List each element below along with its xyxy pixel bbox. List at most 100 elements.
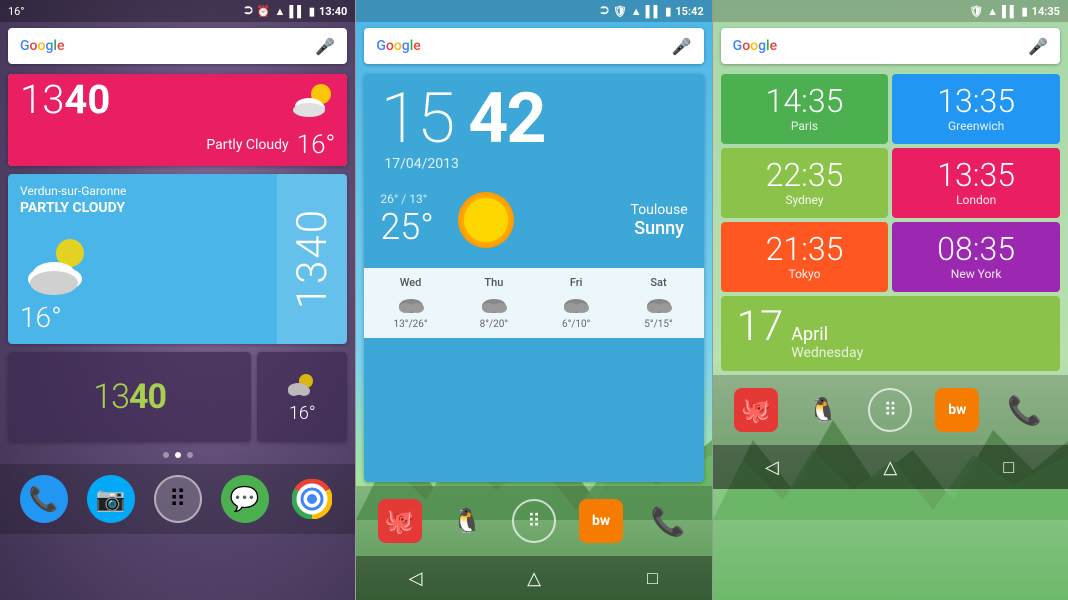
status-time-1: 13:40 <box>319 5 347 18</box>
mic-icon-1[interactable]: 🎤 <box>315 37 335 56</box>
status-bar-2: ⮊ 🛡 ▲ ▌▌ ▮ 15:42 <box>356 0 711 22</box>
wsc-hour: 13 <box>93 377 129 417</box>
status-bar-3: 🛡 ▲ ▌▌ ▮ 14:35 <box>713 0 1068 22</box>
dock-2: 🐙 🐧 ⠿ bw 📞 <box>356 486 711 556</box>
wsc-time: 1340 <box>93 377 166 417</box>
wcw-top: 1340 <box>8 74 347 126</box>
status-temp: 16° <box>8 5 24 18</box>
mic-icon-2[interactable]: 🎤 <box>672 37 692 56</box>
phone-icon-3[interactable]: 📞 <box>1002 388 1046 432</box>
hangouts-icon[interactable]: 💬 <box>221 475 269 523</box>
s2-battery-icon: ▮ <box>665 5 671 18</box>
screen2-content: 15 42 17/04/2013 26° / 13° 25° <box>356 70 711 600</box>
s2-bluetooth-icon: ⮊ <box>600 4 608 18</box>
google-logo-3: Google <box>733 38 1028 54</box>
nav-bar-2: ◁ △ □ <box>356 556 711 600</box>
date-month: April <box>791 324 863 345</box>
greenwich-time: 13:35 <box>937 85 1015 117</box>
wlw-condition: PARTLY CLOUDY <box>20 200 265 216</box>
google-search-bar-1[interactable]: Google 🎤 <box>8 28 347 64</box>
s2-status-time: 15:42 <box>675 5 703 18</box>
forecast-icon-wed <box>395 292 427 316</box>
octopus-app-icon[interactable]: 🐙 <box>378 499 422 543</box>
wlw-city: Verdun-sur-Garonne <box>20 184 265 198</box>
penguin-app-icon-3[interactable]: 🐧 <box>801 388 845 432</box>
forecast-icon-sat <box>643 292 675 316</box>
apps-grid-icon-3[interactable]: ⠿ <box>868 388 912 432</box>
large-weather-widget: Verdun-sur-Garonne PARTLY CLOUDY 16° <box>8 174 347 344</box>
penguin-app-icon[interactable]: 🐧 <box>445 499 489 543</box>
apps-icon[interactable]: ⠿ <box>154 475 202 523</box>
clock-newyork: 08:35 New York <box>892 222 1060 292</box>
wfw-top: 15 42 17/04/2013 <box>364 74 703 172</box>
wcw-time: 1340 <box>20 80 110 120</box>
home-btn-3[interactable]: △ <box>870 451 910 483</box>
small-weather: 16° <box>257 352 347 442</box>
bw-app-icon[interactable]: bw <box>579 499 623 543</box>
london-time: 13:35 <box>937 159 1015 191</box>
wlw-temp: 16° <box>20 301 265 334</box>
nav-bar-3: ◁ △ □ <box>713 445 1068 489</box>
back-btn-2[interactable]: ◁ <box>396 562 436 594</box>
s3-battery-icon: ▮ <box>1022 5 1028 18</box>
recents-btn-3[interactable]: □ <box>989 451 1029 483</box>
status-bar-1: 16° ⮊ ⏰ ▲ ▌▌ ▮ 13:40 <box>0 0 355 22</box>
wfw-city-area: Toulouse Sunny <box>631 202 688 239</box>
page-dots <box>0 446 355 464</box>
screen-2: ⮊ 🛡 ▲ ▌▌ ▮ 15:42 Google 🎤 15 42 17/04/20… <box>356 0 711 600</box>
dot-1 <box>163 452 169 458</box>
clock-paris: 14:35 Paris <box>721 74 889 144</box>
wfw-city: Toulouse <box>631 202 688 218</box>
apps-grid-icon-2[interactable]: ⠿ <box>512 499 556 543</box>
date-day-name: Wednesday <box>791 345 863 361</box>
recents-btn-2[interactable]: □ <box>632 562 672 594</box>
bw-app-icon-3[interactable]: bw <box>935 388 979 432</box>
greenwich-city: Greenwich <box>948 119 1004 133</box>
date-tile-text: April Wednesday <box>791 324 863 361</box>
wfw-current-temp: 25° <box>380 206 434 248</box>
mic-icon-3[interactable]: 🎤 <box>1028 37 1048 56</box>
chrome-icon[interactable] <box>288 475 336 523</box>
wfw-weather-row: 26° / 13° 25° Toulouse Sunny <box>364 172 703 268</box>
small-clock-widget: 1340 16° <box>8 352 347 442</box>
s2-wifi-icon: ▲ <box>631 5 642 18</box>
wcw-condition: Partly Cloudy <box>206 137 288 153</box>
google-logo-1: Google <box>20 38 315 54</box>
google-search-bar-3[interactable]: Google 🎤 <box>721 28 1060 64</box>
wfw-time: 15 42 <box>380 84 687 154</box>
status-alarm-icon: ⏰ <box>257 5 271 18</box>
home-btn-2[interactable]: △ <box>514 562 554 594</box>
date-tile: 17 April Wednesday <box>721 296 1060 371</box>
dot-2 <box>175 452 181 458</box>
google-logo-2: Google <box>376 38 671 54</box>
screen-1: 16° ⮊ ⏰ ▲ ▌▌ ▮ 13:40 Google 🎤 1340 <box>0 0 355 600</box>
phone-icon[interactable]: 📞 <box>20 475 68 523</box>
screen3-content: 14:35 Paris 13:35 Greenwich 22:35 Sydney… <box>713 70 1068 600</box>
wlw-icon-area <box>20 224 265 301</box>
wcw-hour: 13 <box>20 76 64 123</box>
octopus-app-icon-3[interactable]: 🐙 <box>734 388 778 432</box>
status-signal-icon: ▌▌ <box>289 5 305 18</box>
wlw-right: 1340 <box>277 174 347 344</box>
wfw-minute: 42 <box>468 78 544 160</box>
phone-icon-2[interactable]: 📞 <box>646 499 690 543</box>
status-bluetooth-icon: ⮊ <box>244 4 252 18</box>
wlw-clock-display: 1340 <box>288 208 337 309</box>
sydney-time: 22:35 <box>766 159 844 191</box>
forecast-icon-fri <box>560 292 592 316</box>
paris-city: Paris <box>791 119 818 133</box>
back-btn-3[interactable]: ◁ <box>752 451 792 483</box>
google-search-bar-2[interactable]: Google 🎤 <box>364 28 703 64</box>
paris-time: 14:35 <box>766 85 844 117</box>
status-battery-icon: ▮ <box>309 5 315 18</box>
s3-wifi-icon: ▲ <box>987 5 998 18</box>
weather-forecast: Wed 13°/26° Thu 8°/20° <box>364 268 703 338</box>
wlw-left: Verdun-sur-Garonne PARTLY CLOUDY 16° <box>8 174 277 344</box>
london-city: London <box>956 193 996 207</box>
wfw-date: 17/04/2013 <box>384 156 687 172</box>
wcw-temp: 16° <box>297 130 336 160</box>
wlw-clock: 1340 <box>288 208 337 309</box>
camera-icon[interactable]: 📷 <box>87 475 135 523</box>
full-weather-widget: 15 42 17/04/2013 26° / 13° 25° <box>364 74 703 482</box>
small-clock: 1340 <box>8 352 251 442</box>
